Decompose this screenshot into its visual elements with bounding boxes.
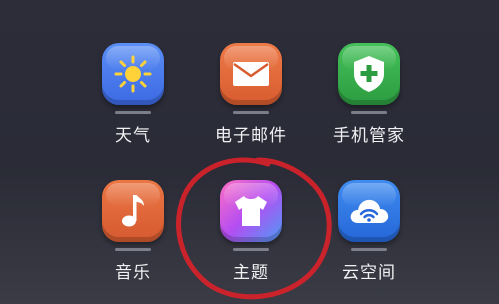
app-email[interactable]: 电子邮件 [196,43,306,146]
cloud-tile[interactable] [338,180,400,242]
tile-shadow [233,248,269,251]
tile-shadow [351,111,387,114]
tile-shadow [115,111,151,114]
envelope-icon [233,62,269,86]
themes-tile[interactable] [220,180,282,242]
app-label-themes: 主题 [233,263,269,283]
app-phone-manager[interactable]: 手机管家 [314,43,424,146]
music-note-icon [122,195,144,227]
app-music[interactable]: 音乐 [78,180,188,283]
tile-shadow [115,248,151,251]
email-tile[interactable] [220,43,282,105]
app-weather[interactable]: 天气 [78,43,188,146]
app-label-music: 音乐 [115,263,151,283]
app-themes[interactable]: 主题 [196,180,306,283]
app-label-weather: 天气 [115,126,151,146]
app-label-email: 电子邮件 [215,126,287,146]
app-label-phone-manager: 手机管家 [333,126,405,146]
tshirt-icon [235,196,267,226]
weather-tile[interactable] [102,43,164,105]
app-label-cloud: 云空间 [342,263,396,283]
sun-icon [114,55,152,93]
tile-shadow [233,111,269,114]
app-cloud[interactable]: 云空间 [314,180,424,283]
phone-manager-tile[interactable] [338,43,400,105]
tile-shadow [351,248,387,251]
shield-plus-icon [354,56,384,92]
cloud-wifi-icon [350,199,389,223]
music-tile[interactable] [102,180,164,242]
